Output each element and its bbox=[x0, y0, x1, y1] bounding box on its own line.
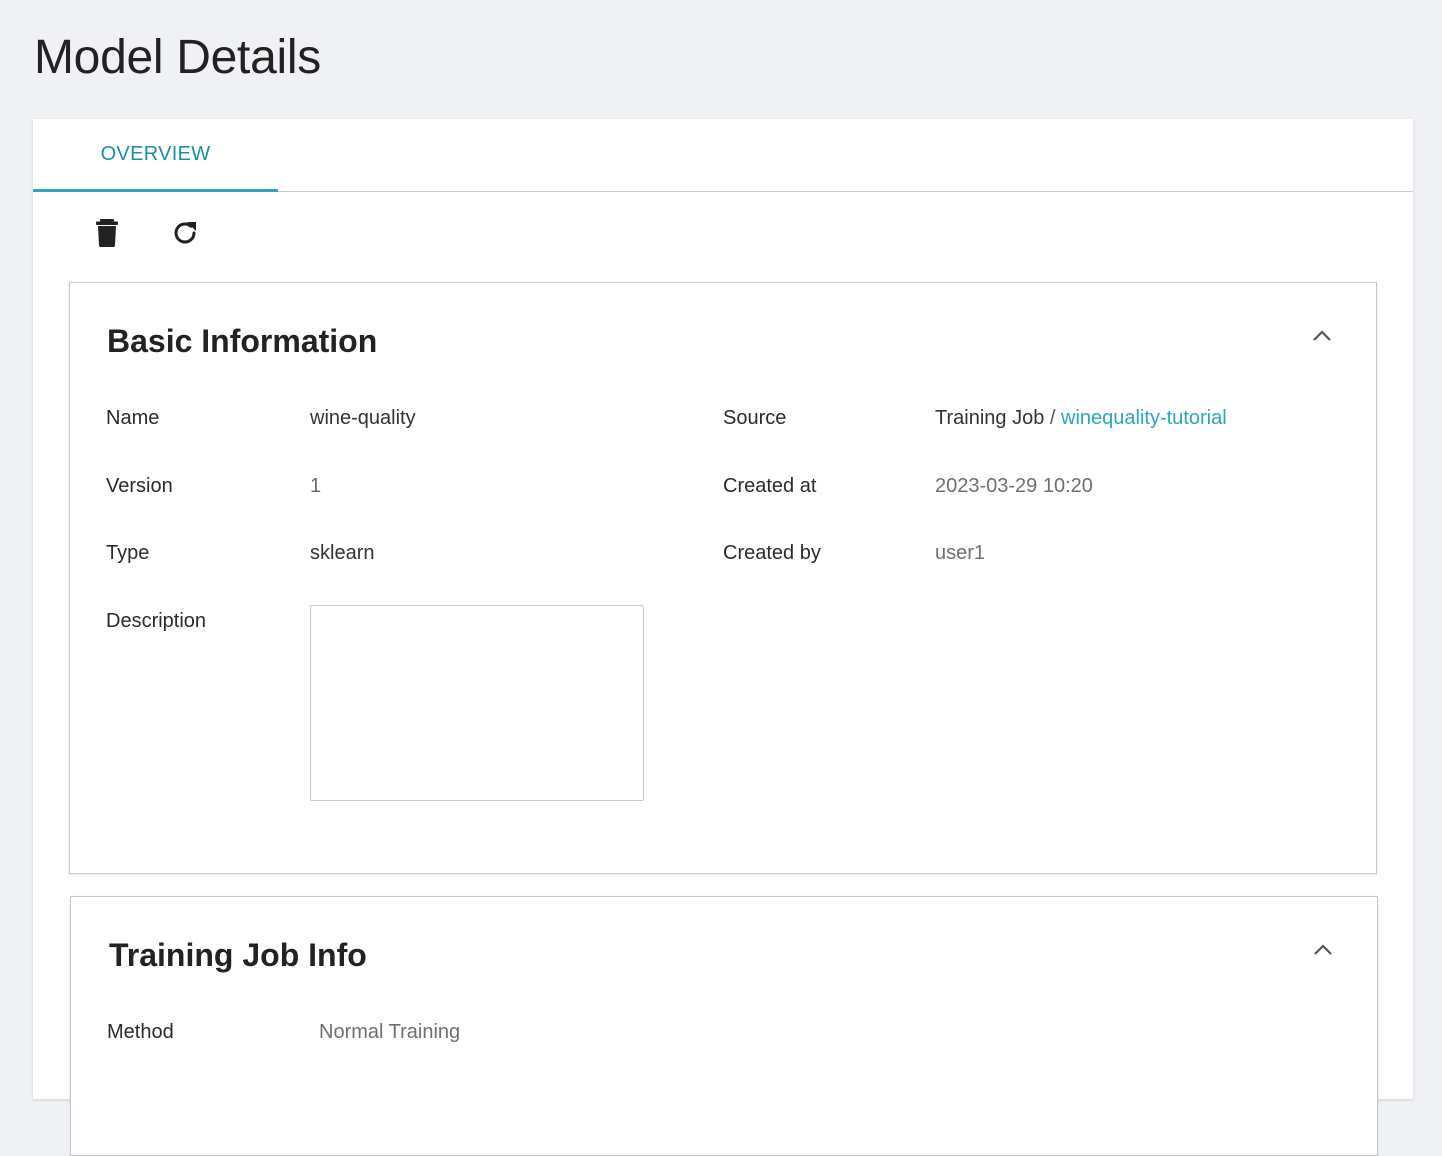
tab-overview[interactable]: OVERVIEW bbox=[33, 119, 278, 192]
section-title: Basic Information bbox=[107, 323, 378, 359]
name-value: wine-quality bbox=[310, 407, 416, 429]
training-job-info-section: Training Job Info Method Normal Training bbox=[70, 896, 1378, 1156]
source-separator: / bbox=[1049, 407, 1056, 429]
collapse-button[interactable] bbox=[1307, 323, 1337, 353]
model-details-card: OVERVIEW Basic Information Name wine-qua… bbox=[33, 119, 1413, 1156]
tab-bar: OVERVIEW bbox=[33, 119, 1413, 192]
version-value: 1 bbox=[310, 475, 322, 497]
created-at-value: 2023-03-29 10:20 bbox=[935, 475, 1093, 497]
type-value: sklearn bbox=[310, 542, 375, 564]
delete-button[interactable] bbox=[85, 217, 129, 253]
description-label: Description bbox=[106, 610, 207, 632]
method-value: Normal Training bbox=[319, 1021, 461, 1043]
name-label: Name bbox=[106, 407, 160, 429]
section-title: Training Job Info bbox=[109, 937, 367, 973]
source-type: Training Job bbox=[935, 407, 1045, 429]
created-by-value: user1 bbox=[935, 542, 986, 564]
type-label: Type bbox=[106, 542, 150, 564]
description-field[interactable] bbox=[310, 605, 644, 801]
trash-icon bbox=[96, 218, 118, 252]
training-job-link[interactable]: winequality-tutorial bbox=[1061, 407, 1227, 429]
source-value: Training Job / winequality-tutorial bbox=[935, 407, 1227, 430]
created-by-label: Created by bbox=[723, 542, 821, 564]
refresh-icon bbox=[171, 219, 199, 252]
basic-information-section: Basic Information Name wine-quality Vers… bbox=[69, 282, 1377, 874]
page-title: Model Details bbox=[34, 31, 321, 84]
chevron-up-icon bbox=[1313, 943, 1333, 961]
created-at-label: Created at bbox=[723, 475, 817, 497]
version-label: Version bbox=[106, 475, 173, 497]
chevron-up-icon bbox=[1312, 329, 1332, 347]
source-label: Source bbox=[723, 407, 787, 429]
method-label: Method bbox=[107, 1021, 174, 1043]
refresh-button[interactable] bbox=[163, 217, 207, 253]
collapse-button[interactable] bbox=[1308, 937, 1338, 967]
